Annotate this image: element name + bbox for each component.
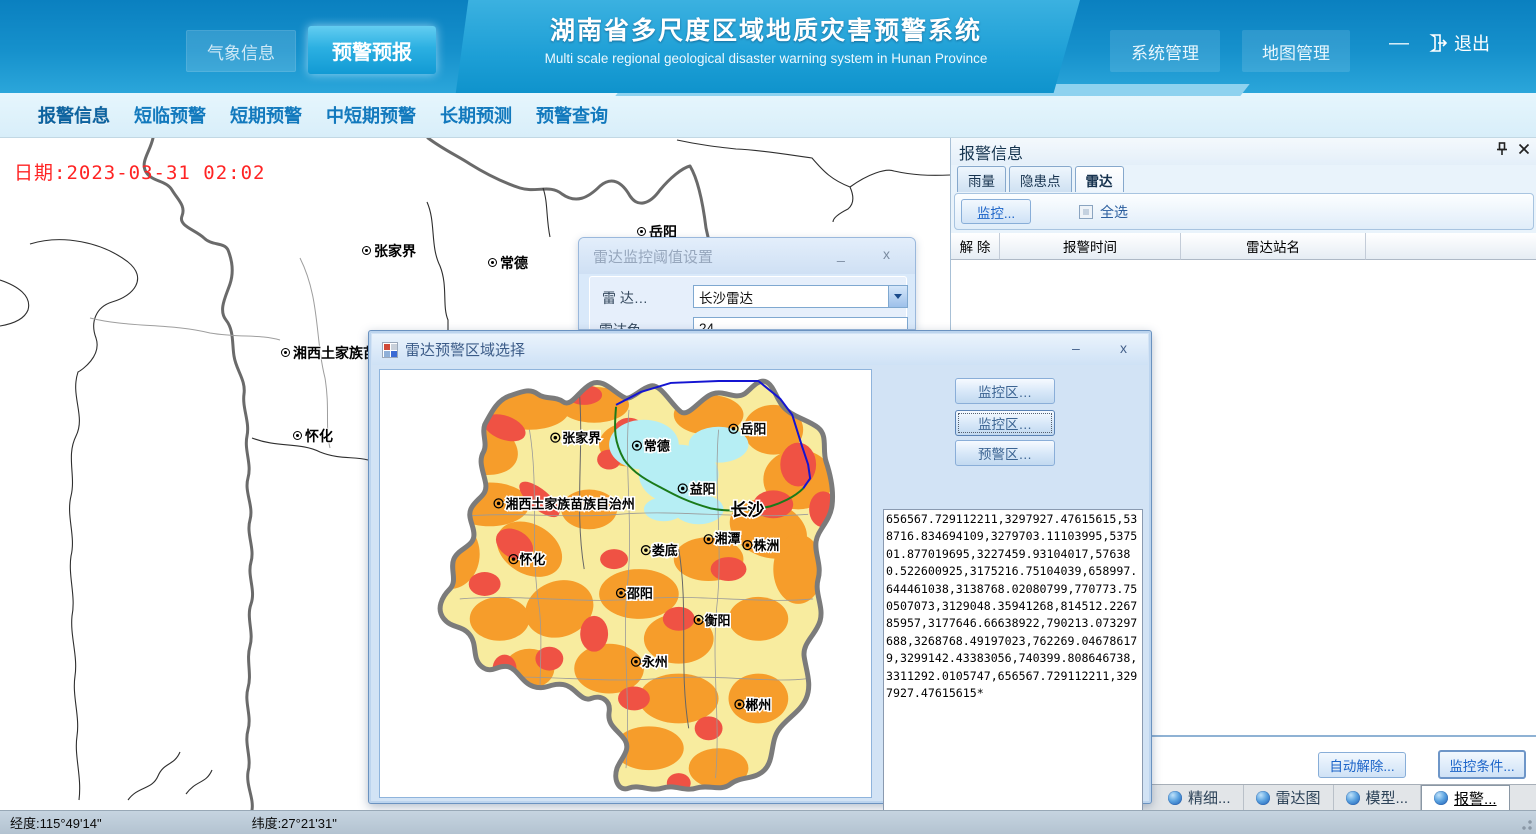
nav-system-manage[interactable]: 系统管理 bbox=[1110, 30, 1220, 72]
dialog-city-label: 岳阳 bbox=[740, 422, 766, 437]
monitor-zone-button-1[interactable]: 监控区… bbox=[955, 378, 1055, 404]
alarm-table-header: 解 除 报警时间 雷达站名 bbox=[951, 233, 1536, 260]
city-dot bbox=[362, 246, 371, 255]
warning-zone-button[interactable]: 预警区… bbox=[955, 440, 1055, 466]
tab-radar[interactable]: 雷达 bbox=[1075, 166, 1124, 192]
hunan-warning-map-svg: 张家界 常德 岳阳 益阳 湘西土家族苗族自治州 长沙 湘潭 株洲 娄底 怀化 邵… bbox=[380, 370, 871, 797]
dialog-city-label: 常德 bbox=[644, 439, 670, 454]
subnav-mid-short-warning[interactable]: 中短期预警 bbox=[326, 102, 416, 128]
threshold-dialog-body: 雷 达… 长沙雷达 雷达色… 24 bbox=[589, 276, 907, 330]
alarm-tab-strip: 雨量 隐患点 雷达 bbox=[957, 166, 1124, 192]
radar-field-label: 雷 达… bbox=[602, 288, 648, 308]
radar-region-dialog: 雷达预警区域选择 – x bbox=[368, 330, 1152, 804]
dialog-city-label: 怀化 bbox=[519, 552, 545, 567]
exit-label: 退出 bbox=[1454, 30, 1490, 56]
column-release[interactable]: 解 除 bbox=[951, 233, 1000, 260]
dialog-city-label: 永州 bbox=[641, 655, 668, 670]
app-subtitle: Multi scale regional geological disaster… bbox=[452, 51, 1080, 66]
window-form-icon bbox=[382, 342, 398, 358]
region-map-panel[interactable]: 张家界 常德 岳阳 益阳 湘西土家族苗族自治州 长沙 湘潭 株洲 娄底 怀化 邵… bbox=[379, 369, 872, 798]
threshold-dialog-title: 雷达监控阈值设置 bbox=[593, 246, 713, 267]
tab-rainfall[interactable]: 雨量 bbox=[957, 166, 1006, 192]
city-label: 湘西土家族苗 bbox=[293, 343, 377, 363]
subnav-short-term-warning[interactable]: 短期预警 bbox=[230, 102, 302, 128]
city-dot bbox=[637, 227, 646, 236]
status-latitude: 纬度:27°21'31" bbox=[252, 813, 337, 832]
alarm-toolbar: 监控... 全选 bbox=[954, 193, 1534, 230]
dialog-city-label: 邵阳 bbox=[626, 586, 653, 601]
dialog-city-label: 湘潭 bbox=[715, 531, 741, 546]
nav-warning-forecast[interactable]: 预警预报 bbox=[308, 26, 436, 74]
column-alarm-time[interactable]: 报警时间 bbox=[1000, 233, 1181, 260]
dialog-city-label: 娄底 bbox=[652, 543, 678, 558]
globe-icon bbox=[1256, 791, 1270, 805]
globe-icon bbox=[1168, 791, 1182, 805]
globe-icon bbox=[1434, 791, 1448, 805]
radar-color-input[interactable]: 24 bbox=[693, 317, 908, 330]
radar-threshold-dialog: 雷达监控阈值设置 _ x 雷 达… 长沙雷达 雷达色… 24 bbox=[578, 237, 916, 330]
region-coordinates-textarea[interactable]: 656567.729112211,3297927.47615615,538716… bbox=[883, 509, 1143, 831]
tab-radar-image[interactable]: 雷达图 bbox=[1244, 785, 1334, 810]
select-all-label: 全选 bbox=[1100, 202, 1128, 222]
status-longitude: 经度:115°49'14" bbox=[10, 813, 102, 832]
subnav-warning-query[interactable]: 预警查询 bbox=[536, 102, 608, 128]
minimize-icon[interactable]: _ bbox=[837, 246, 845, 262]
region-dialog-sidebar: 监控区… 监控区… 预警区… 656567.729112211,3297927.… bbox=[878, 369, 1144, 798]
dialog-city-label: 衡阳 bbox=[705, 613, 731, 628]
city-label: 常德 bbox=[500, 253, 528, 273]
city-dot bbox=[281, 348, 290, 357]
tab-fine-warning[interactable]: 精细... bbox=[1156, 785, 1244, 810]
radar-color-field-label: 雷达色… bbox=[599, 320, 655, 330]
region-dialog-title: 雷达预警区域选择 bbox=[405, 339, 525, 360]
subnav-nowcast-warning[interactable]: 短临预警 bbox=[134, 102, 206, 128]
radar-select-value: 长沙雷达 bbox=[694, 287, 888, 307]
close-icon[interactable]: x bbox=[883, 246, 890, 262]
minimize-window-button[interactable]: — bbox=[1386, 30, 1412, 56]
dialog-city-label: 张家界 bbox=[562, 431, 601, 446]
app-title: 湖南省多尺度区域地质灾害预警系统 bbox=[452, 11, 1080, 47]
region-dialog-titlebar[interactable]: 雷达预警区域选择 – x bbox=[372, 334, 1148, 365]
exit-door-icon bbox=[1428, 33, 1448, 53]
globe-icon bbox=[1346, 791, 1360, 805]
city-label: 怀化 bbox=[305, 426, 333, 446]
radar-select[interactable]: 长沙雷达 bbox=[693, 285, 908, 308]
tab-model[interactable]: 模型... bbox=[1334, 785, 1422, 810]
threshold-dialog-titlebar[interactable]: 雷达监控阈值设置 _ x bbox=[579, 238, 915, 274]
close-icon[interactable]: x bbox=[1120, 340, 1127, 356]
column-radar-station[interactable]: 雷达站名 bbox=[1181, 233, 1366, 260]
close-icon[interactable] bbox=[1518, 143, 1530, 155]
dialog-city-label: 益阳 bbox=[690, 481, 716, 496]
city-label: 张家界 bbox=[374, 241, 416, 261]
subnav-alarm-info[interactable]: 报警信息 bbox=[38, 102, 110, 128]
monitor-zone-button-2[interactable]: 监控区… bbox=[955, 410, 1055, 436]
nav-weather-info[interactable]: 气象信息 bbox=[186, 30, 296, 72]
app-header: 湖南省多尺度区域地质灾害预警系统 Multi scale regional ge… bbox=[0, 0, 1536, 93]
dialog-city-label: 湘西土家族苗族自治州 bbox=[506, 496, 635, 511]
auto-release-button[interactable]: 自动解除... bbox=[1318, 752, 1406, 778]
nav-map-manage[interactable]: 地图管理 bbox=[1242, 30, 1350, 72]
chevron-down-icon[interactable] bbox=[888, 286, 907, 307]
map-date-label: 日期:2023-03-31 02:02 bbox=[14, 158, 265, 185]
pin-icon[interactable] bbox=[1496, 142, 1508, 156]
tab-hazard-points[interactable]: 隐患点 bbox=[1009, 166, 1072, 192]
minimize-icon[interactable]: – bbox=[1072, 340, 1080, 356]
dialog-city-label: 郴州 bbox=[745, 697, 771, 712]
dialog-city-label-capital: 长沙 bbox=[731, 499, 765, 519]
dialog-city-label: 株洲 bbox=[753, 538, 779, 553]
tab-alarm[interactable]: 报警... bbox=[1421, 785, 1510, 810]
warning-subnav: 报警信息 短临预警 短期预警 中短期预警 长期预测 预警查询 bbox=[0, 93, 1536, 138]
column-empty bbox=[1366, 233, 1536, 260]
resize-grip[interactable] bbox=[1519, 817, 1533, 831]
status-bar: 经度:115°49'14" 纬度:27°21'31" bbox=[0, 810, 1536, 834]
subnav-long-term-forecast[interactable]: 长期预测 bbox=[440, 102, 512, 128]
city-dot bbox=[488, 258, 497, 267]
city-dot bbox=[293, 431, 302, 440]
alarm-panel-titlebar: 报警信息 bbox=[951, 138, 1536, 165]
monitor-condition-button[interactable]: 监控条件... bbox=[1438, 750, 1526, 779]
exit-button[interactable]: 退出 bbox=[1428, 27, 1490, 59]
select-all-checkbox[interactable] bbox=[1079, 205, 1093, 219]
app-title-banner: 湖南省多尺度区域地质灾害预警系统 Multi scale regional ge… bbox=[452, 0, 1080, 93]
monitor-button[interactable]: 监控... bbox=[961, 199, 1031, 224]
alarm-panel-title: 报警信息 bbox=[959, 140, 1023, 164]
